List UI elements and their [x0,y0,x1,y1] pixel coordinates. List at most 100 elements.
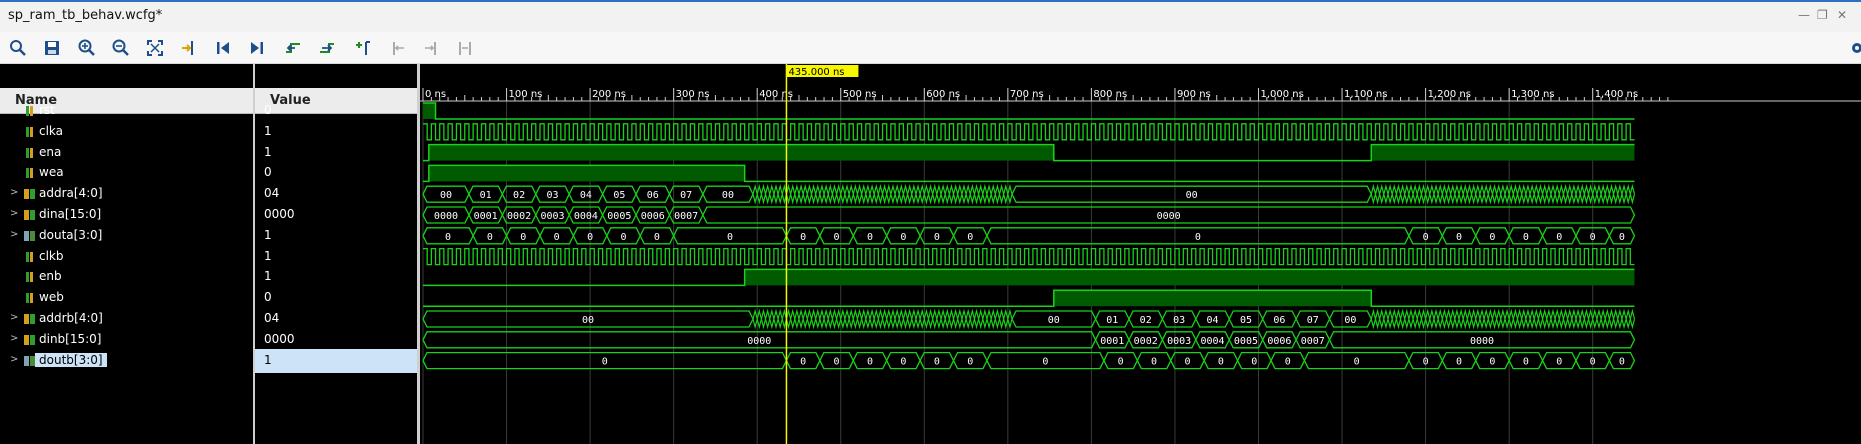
gear-icon[interactable] [1843,38,1861,58]
bus-value-label: 0 [1456,357,1462,368]
go-to-cursor-icon[interactable] [177,36,201,60]
signal-value: 0000 [264,331,295,346]
bus-value-label: 0000 [1470,336,1494,347]
bus-value-label: 0 [1151,357,1157,368]
bus-value-label: 07 [1307,315,1319,326]
bus-value-label: 07 [680,190,692,201]
bus-value-label: 0 [727,232,733,243]
zoom-in-icon[interactable] [75,36,99,60]
signal-name: web [39,290,64,305]
bus-value-label: 05 [1240,315,1252,326]
bus-value-label: 0003 [540,211,564,222]
bus-value-label: 0006 [1267,336,1291,347]
bus-value-label: 0004 [1201,336,1225,347]
high-level-fill [1371,144,1635,161]
signal-value: 1 [264,123,272,138]
bus-value-label: 0 [834,357,840,368]
bus-signal-icon [24,209,36,221]
bus-value-label: 0 [1523,232,1529,243]
time-tick-label: 0 ns [425,89,446,100]
signal-name: ena [39,144,62,159]
time-tick-label: 400 ns [759,89,793,100]
bus-value-label: 0 [900,357,906,368]
bus-value-label: 04 [580,190,592,201]
time-tick-label: 200 ns [592,89,626,100]
signal-row[interactable]: > doutb[3:0] [0,349,253,373]
bus-value-label: 0003 [1167,336,1191,347]
bit-waveform [423,289,1635,307]
bus-value-label: 02 [513,190,525,201]
restore-icon[interactable]: ❐ [1817,8,1828,22]
signal-value: 1 [264,248,272,263]
bus-value-label: 0 [1354,357,1360,368]
bus-value-label: 0000 [1157,211,1181,222]
wave-toolbar [0,32,1861,64]
high-level-fill [428,165,745,182]
signal-value: 1 [264,269,272,284]
bus-value-label: 0001 [474,211,498,222]
waveform-canvas[interactable]: 0 ns 100 ns 200 ns 300 ns 400 ns 500 ns 600 ns… [420,64,1861,444]
bus-value-label: 0002 [507,211,531,222]
bus-value-label: 0 [1218,357,1224,368]
minimize-icon[interactable]: — [1798,8,1810,22]
signal-value: 1 [264,227,272,242]
expand-chevron-icon[interactable]: > [10,208,18,219]
bus-value-label: 06 [1273,315,1285,326]
high-level-fill [423,103,436,119]
signal-name: clkb [39,248,64,263]
bus-signal-icon-gray [24,230,36,242]
bus-value-label: 06 [647,190,659,201]
zoom-fit-icon[interactable] [143,36,167,60]
signal-value-row[interactable]: 1 [255,348,417,373]
bus-value-label: 0 [1523,357,1529,368]
expand-chevron-icon[interactable]: > [10,312,18,323]
bus-value-label: 0001 [1100,336,1124,347]
bus-value-label: 0 [1285,357,1291,368]
zoom-out-icon[interactable] [109,36,133,60]
time-tick-label: 300 ns [676,89,710,100]
bus-value-label: 0 [800,357,806,368]
go-to-last-time-icon[interactable] [245,36,269,60]
go-to-time-0-icon[interactable] [211,36,235,60]
bus-value-label: 0005 [1234,336,1258,347]
search-icon[interactable] [6,36,30,60]
expand-chevron-icon[interactable]: > [10,354,18,365]
close-icon[interactable]: ✕ [1837,8,1847,22]
signal-value: 04 [264,311,280,325]
expand-chevron-icon[interactable]: > [10,187,18,198]
window-title: sp_ram_tb_behav.wcfg* [8,8,163,23]
swap-cursors-icon[interactable] [453,36,477,60]
bus-value-label: 0006 [641,211,665,222]
bus-value-label: 00 [1344,315,1356,326]
scalar-signal-icon [24,147,36,159]
expand-chevron-icon[interactable]: > [10,333,18,344]
signal-name: rst [39,103,55,117]
signal-value: 04 [264,186,280,201]
signal-name: clka [39,123,64,138]
signal-name: addrb[4:0] [39,311,103,325]
scalar-signal-icon [24,167,36,179]
signal-name: douta[3:0] [39,227,103,242]
bus-value-label: 0000 [747,336,771,347]
signal-name: doutb[3:0] [35,352,107,367]
bus-value-label: 0 [1556,232,1562,243]
bus-value-label: 0 [1423,232,1429,243]
bus-value-label: 0 [800,232,806,243]
bus-value-label: 0 [1489,357,1495,368]
add-marker-icon[interactable] [351,36,375,60]
previous-transition-icon[interactable] [281,36,305,60]
bus-value-label: 00 [582,315,594,326]
save-icon[interactable] [40,36,64,60]
waveform-viewer[interactable]: 0 ns 100 ns 200 ns 300 ns 400 ns 500 ns 600 ns… [420,64,1861,444]
bus-value-label: 01 [480,190,492,201]
signal-value: 0 [264,103,272,117]
bus-value-label: 03 [1173,315,1185,326]
bus-value-label: 0 [1590,232,1596,243]
expand-chevron-icon[interactable]: > [10,229,18,240]
next-transition-icon[interactable] [315,36,339,60]
next-marker-icon[interactable] [419,36,443,60]
bus-value-label: 0 [934,232,940,243]
bus-value-label: 0 [900,232,906,243]
previous-marker-icon[interactable] [386,36,410,60]
bus-value-label: 0 [1556,357,1562,368]
